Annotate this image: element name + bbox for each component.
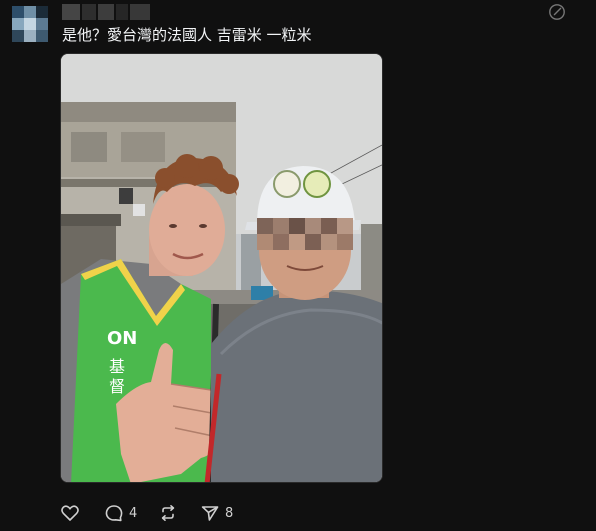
edit-icon[interactable] [548, 3, 566, 21]
post-text: 是他？愛台灣的法國人 吉雷米 一粒米 [62, 26, 312, 44]
comment-icon [105, 505, 123, 522]
reply-button[interactable]: 4 [104, 502, 158, 524]
share-button[interactable]: 8 [200, 502, 244, 524]
svg-text:ON: ON [107, 328, 137, 349]
thread-post: 是他？愛台灣的法國人 吉雷米 一粒米 ON 基 督 4 8 [0, 0, 596, 531]
post-actions: 4 8 [60, 502, 244, 524]
svg-text:督: 督 [109, 377, 125, 396]
heart-icon [61, 505, 79, 521]
share-count: 8 [225, 505, 234, 521]
reply-count: 4 [129, 505, 138, 521]
svg-text:基: 基 [109, 357, 125, 376]
repost-icon [161, 505, 175, 521]
send-icon [201, 506, 219, 521]
repost-button[interactable] [158, 502, 200, 524]
like-button[interactable] [60, 502, 104, 524]
post-photo[interactable]: ON 基 督 [60, 53, 383, 483]
username-redacted[interactable] [62, 4, 158, 20]
avatar[interactable] [12, 6, 48, 42]
